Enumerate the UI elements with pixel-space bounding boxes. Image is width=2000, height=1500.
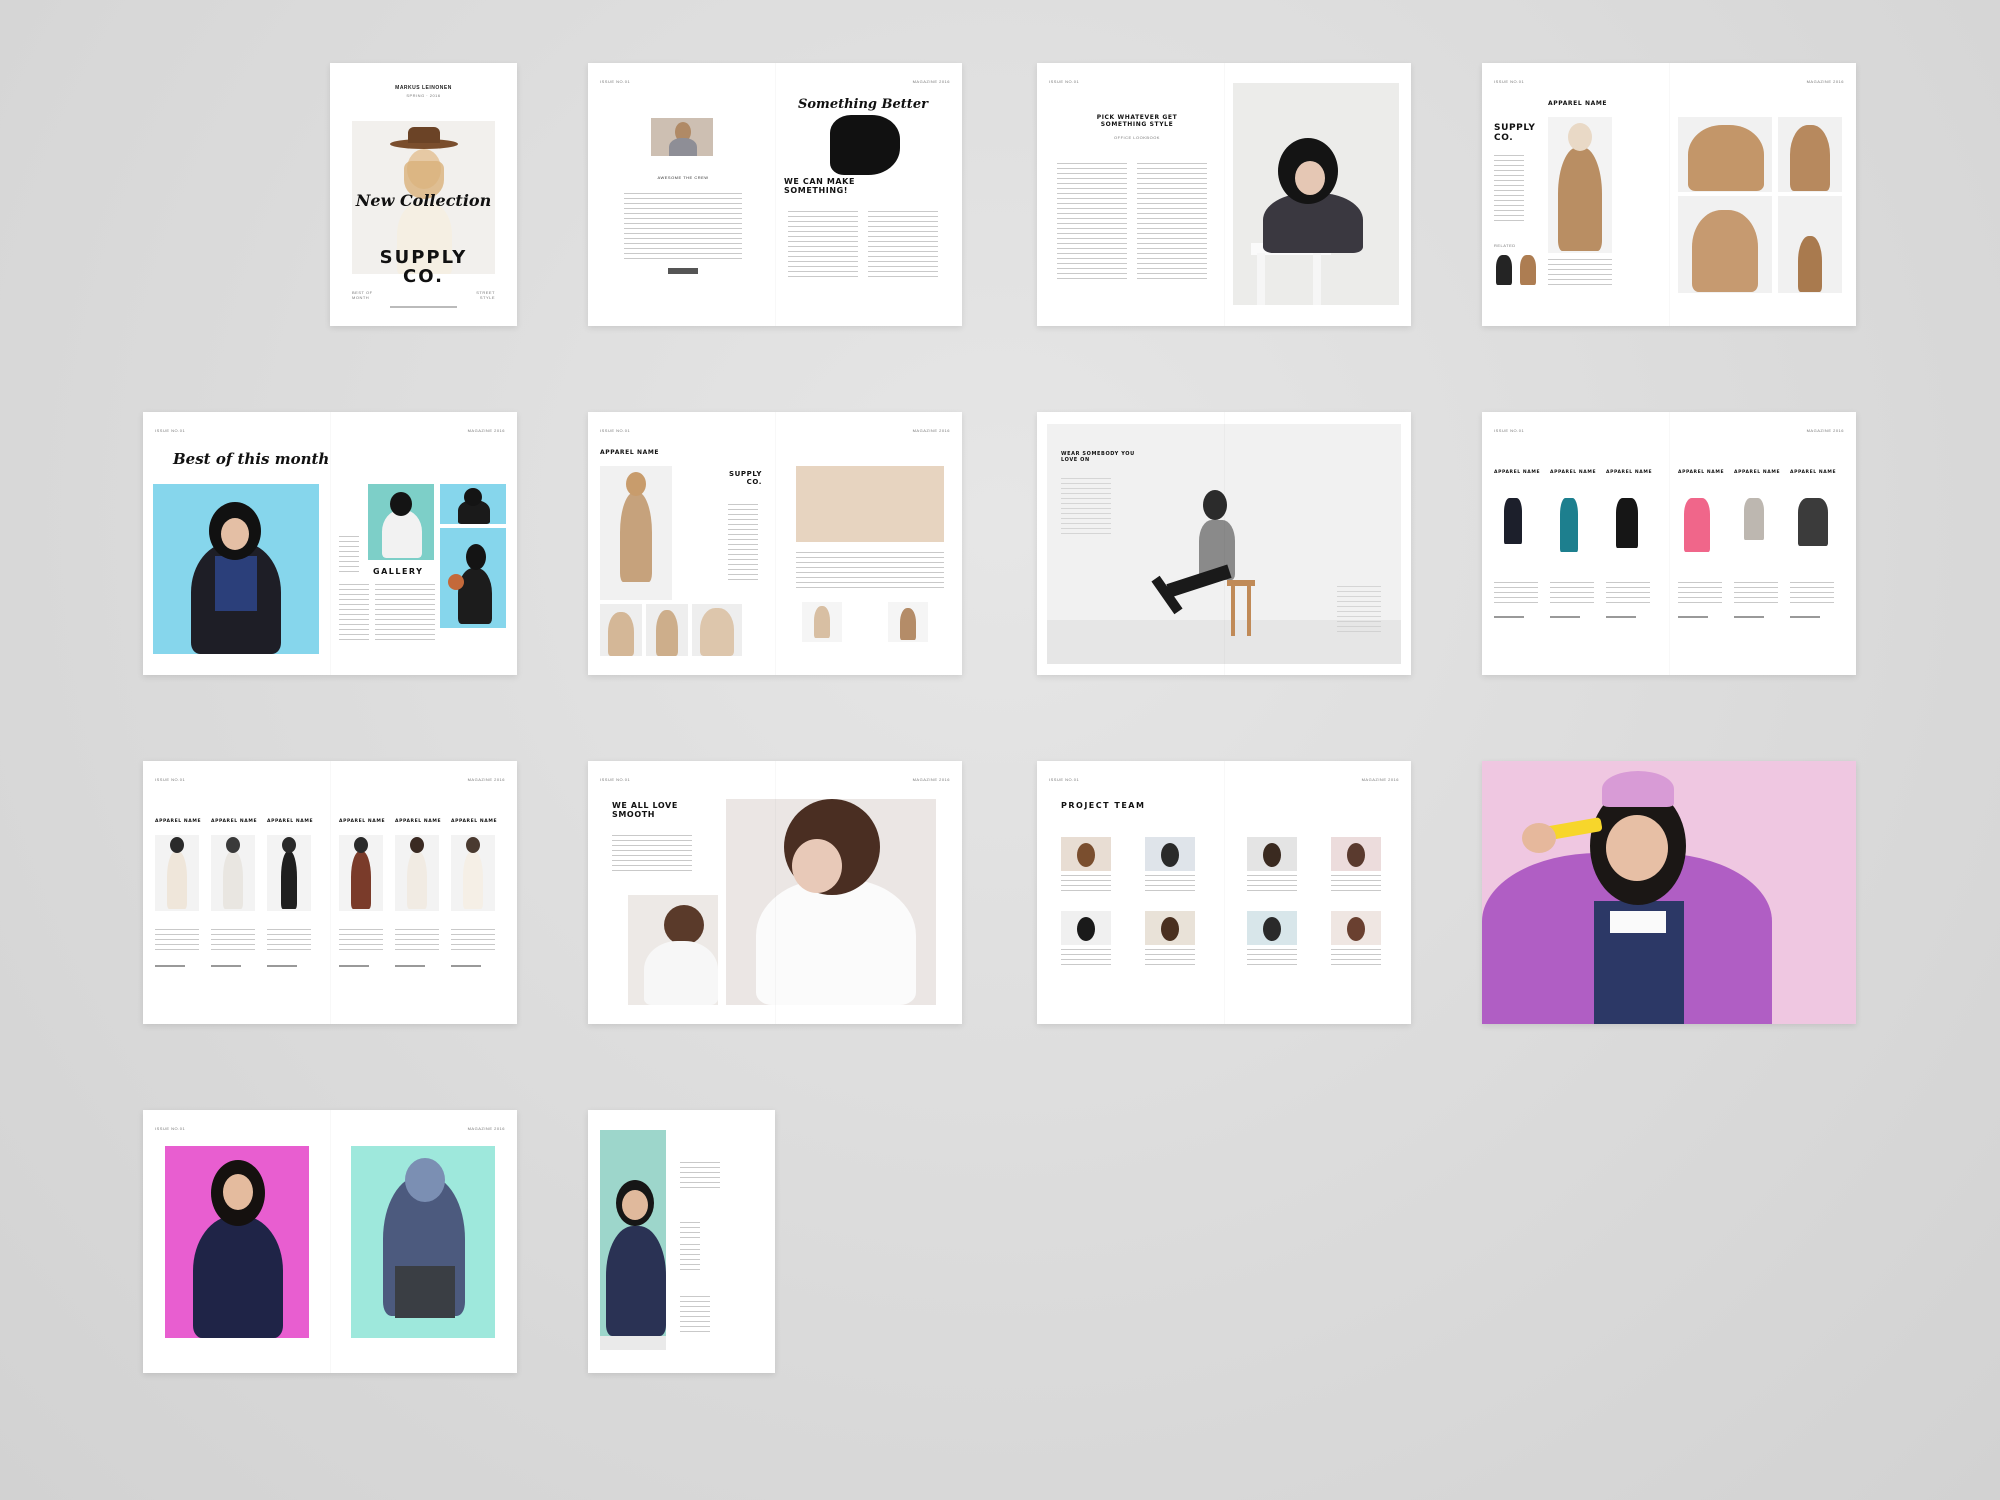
apparel-photo-a: [1678, 117, 1772, 192]
apparel-main-photo: [1548, 117, 1612, 253]
spread-editorial[interactable]: ISSUE No.01 PICK WHATEVER GET SOMETHING …: [1037, 63, 1411, 326]
best-gallery-photo-2: [440, 484, 506, 524]
apparel2-photo-b: [646, 604, 688, 656]
team-member-5[interactable]: [1061, 911, 1111, 945]
team-member-7[interactable]: [1247, 911, 1297, 945]
model-4[interactable]: [339, 835, 383, 911]
apparel-photo-b: [1778, 117, 1842, 192]
intro-silhouette: [790, 115, 912, 177]
product-pink-dress[interactable]: [1684, 498, 1710, 552]
man-headline: WEAR SOMEBODY YOU LOVE ON: [1061, 451, 1135, 463]
intro-headline: WE CAN MAKE SOMETHING!: [784, 177, 856, 196]
full-bleed-photo-pink[interactable]: [1482, 761, 1856, 1024]
cover-brand: SUPPLY CO.: [379, 247, 468, 287]
intro-small-photo: [651, 118, 713, 156]
team-member-1[interactable]: [1061, 837, 1111, 871]
model-1[interactable]: [155, 835, 199, 911]
spread-products-2[interactable]: ISSUE No.01 MAGAZINE 2016 APPAREL NAME A…: [143, 761, 517, 1024]
spread-colour-photos[interactable]: ISSUE No.01 MAGAZINE 2016: [143, 1110, 517, 1373]
smooth-photo-large: [726, 799, 936, 1005]
profile-photo: [600, 1130, 666, 1350]
spread-team[interactable]: ISSUE No.01 MAGAZINE 2016 PROJECT TEAM: [1037, 761, 1411, 1024]
best-gallery-photo-1: [368, 484, 434, 560]
apparel2-heading: APPAREL NAME: [600, 449, 660, 456]
spread-apparel-2[interactable]: ISSUE No.01 MAGAZINE 2016 APPAREL NAME S…: [588, 412, 962, 675]
spread-products-1[interactable]: ISSUE No.01 MAGAZINE 2016 APPAREL NAME A…: [1482, 412, 1856, 675]
apparel2-photo-a: [600, 604, 642, 656]
spread-apparel[interactable]: ISSUE No.01 MAGAZINE 2016 SUPPLY CO. APP…: [1482, 63, 1856, 326]
products2-heading-1: APPAREL NAME: [155, 819, 202, 824]
model-6[interactable]: [451, 835, 495, 911]
product-black-top[interactable]: [1616, 498, 1638, 548]
team-member-3[interactable]: [1247, 837, 1297, 871]
cover-left-note: BEST OF MONTH: [352, 290, 373, 300]
apparel-caption: RELATED: [1494, 243, 1516, 248]
photo-magenta-bg: [165, 1146, 309, 1338]
editorial-caption: OFFICE LOOKBOOK: [1114, 135, 1160, 140]
apparel-heading: APPAREL NAME: [1548, 100, 1608, 107]
product-teal-dress[interactable]: [1560, 498, 1578, 552]
apparel-brand: SUPPLY CO.: [1494, 123, 1536, 144]
single-page-profile[interactable]: [588, 1110, 775, 1373]
best-script-title: Best of this month: [173, 450, 330, 468]
apparel2-photo-c: [692, 604, 742, 656]
apparel2-brand: SUPPLY CO.: [728, 470, 762, 487]
intro-script-title: Something Better: [798, 97, 928, 112]
magazine-cover-page[interactable]: MARKUS LEINONEN SPRING · 2016 New Collec…: [330, 63, 517, 326]
spread-smooth[interactable]: ISSUE No.01 MAGAZINE 2016 WE ALL LOVE SM…: [588, 761, 962, 1024]
product-grey-top[interactable]: [1744, 498, 1764, 540]
team-headline: PROJECT TEAM: [1061, 801, 1146, 810]
team-member-8[interactable]: [1331, 911, 1381, 945]
apparel-photo-d: [1778, 196, 1842, 293]
best-main-photo: [153, 484, 319, 654]
cover-script-title: New Collection: [355, 191, 492, 210]
cover-publisher: MARKUS LEINONEN: [395, 85, 452, 91]
team-member-2[interactable]: [1145, 837, 1195, 871]
best-gallery-photo-3: [440, 528, 506, 628]
editorial-photo: [1233, 83, 1399, 305]
apparel-photo-c: [1678, 196, 1772, 293]
cover-subtitle: SPRING · 2016: [406, 93, 441, 98]
smooth-headline: WE ALL LOVE SMOOTH: [612, 801, 678, 820]
apparel2-fabric-photo: [796, 466, 944, 542]
editorial-headline: PICK WHATEVER GET SOMETHING STYLE: [1096, 114, 1178, 128]
spread-best-of-month[interactable]: ISSUE No.01 MAGAZINE 2016 Best of this m…: [143, 412, 517, 675]
model-5[interactable]: [395, 835, 439, 911]
products1-heading-1: APPAREL NAME: [1494, 470, 1541, 475]
smooth-photo-small: [628, 895, 718, 1005]
product-dark-coat[interactable]: [1798, 498, 1828, 546]
team-member-6[interactable]: [1145, 911, 1195, 945]
model-2[interactable]: [211, 835, 255, 911]
photo-mint-bg: [351, 1146, 495, 1338]
model-3[interactable]: [267, 835, 311, 911]
apparel2-main-photo: [600, 466, 672, 600]
product-black-dress[interactable]: [1504, 498, 1522, 544]
spread-intro[interactable]: ISSUE No.01 MAGAZINE 2016 AWESOME THE CR…: [588, 63, 962, 326]
spread-man-photo[interactable]: WEAR SOMEBODY YOU LOVE ON: [1037, 412, 1411, 675]
best-gallery-label: GALLERY: [373, 567, 424, 576]
cover-right-note: STREET STYLE: [476, 290, 495, 300]
team-member-4[interactable]: [1331, 837, 1381, 871]
intro-caption: AWESOME THE CREW: [657, 175, 709, 180]
